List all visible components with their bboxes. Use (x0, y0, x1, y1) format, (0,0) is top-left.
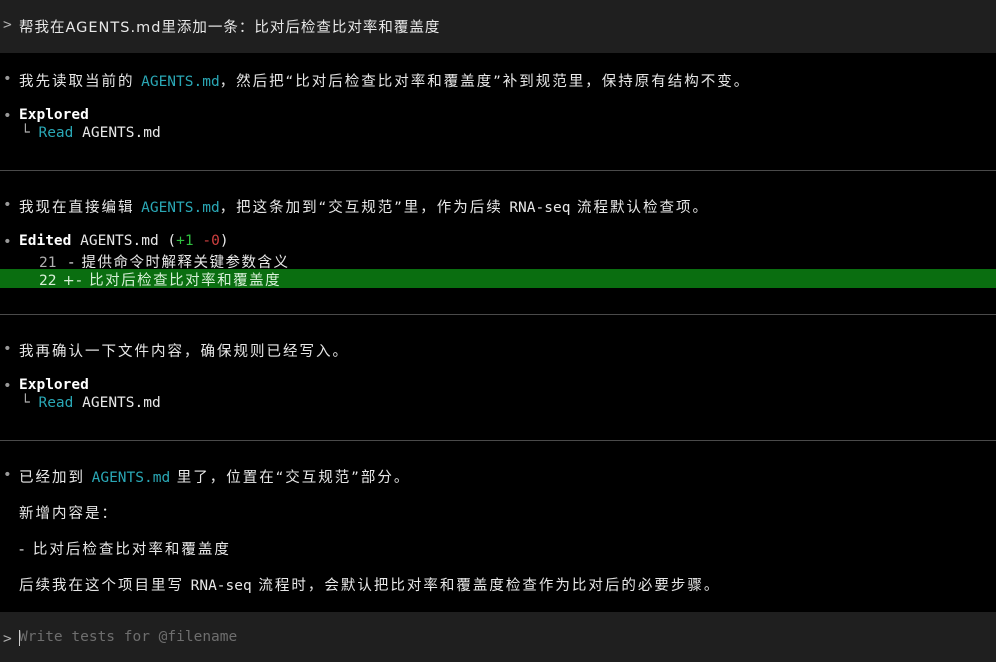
code-ref: RNA-seq (190, 578, 252, 594)
separator (0, 170, 996, 171)
assistant-message-2: 我现在直接编辑 AGENTS.md，把这条加到“交互规范”里，作为后续 RNA-… (19, 200, 710, 216)
diff-line-added: 22 +- 比对后检查比对率和覆盖度 (39, 273, 282, 289)
file-ref: AGENTS.md (141, 74, 220, 90)
assistant-message-3: 我再确认一下文件内容，确保规则已经写入。 (19, 344, 349, 360)
file-ref: AGENTS.md (141, 200, 220, 216)
message-bullet: • (3, 197, 12, 213)
explored-title: Explored (19, 107, 89, 123)
assistant-message-1: 我先读取当前的 AGENTS.md，然后把“比对后检查比对率和覆盖度”补到规范里… (19, 74, 751, 90)
chat-input-placeholder[interactable]: Write tests for @filename (19, 629, 237, 645)
message-bullet: • (3, 341, 12, 357)
tree-branch-icon: └ (21, 125, 30, 141)
edited-bullet: • (3, 234, 12, 250)
explored-read-line: └ Read AGENTS.md (21, 395, 161, 411)
assistant-message-4-line4: 后续我在这个项目里写 RNA-seq 流程时，会默认把比对率和覆盖度检查作为比对… (19, 578, 721, 594)
removed-count: -0 (202, 233, 220, 249)
message-bullet: • (3, 467, 12, 483)
file-ref: AGENTS.md (91, 470, 171, 486)
line-number: 22 (39, 273, 57, 289)
separator (0, 314, 996, 315)
explored-read-line: └ Read AGENTS.md (21, 125, 161, 141)
explored-title: Explored (19, 377, 89, 393)
text-caret (19, 630, 20, 646)
assistant-message-4: 已经加到 AGENTS.md 里了，位置在“交互规范”部分。 (19, 470, 411, 486)
message-bullet: • (3, 71, 12, 87)
explored-bullet: • (3, 108, 12, 124)
prompt-marker: > (3, 17, 12, 33)
assistant-message-4-line2: 新增内容是： (19, 506, 118, 522)
tree-branch-icon: └ (21, 395, 30, 411)
code-ref: RNA-seq (509, 200, 571, 216)
explored-bullet: • (3, 378, 12, 394)
input-marker: > (3, 631, 12, 647)
added-count: +1 (176, 233, 194, 249)
assistant-message-4-line3: - 比对后检查比对率和覆盖度 (19, 542, 231, 558)
separator (0, 440, 996, 441)
edited-header: Edited AGENTS.md (+1 -0) (19, 233, 229, 249)
user-prompt-text: 帮我在AGENTS.md里添加一条：比对后检查比对率和覆盖度 (19, 20, 441, 36)
